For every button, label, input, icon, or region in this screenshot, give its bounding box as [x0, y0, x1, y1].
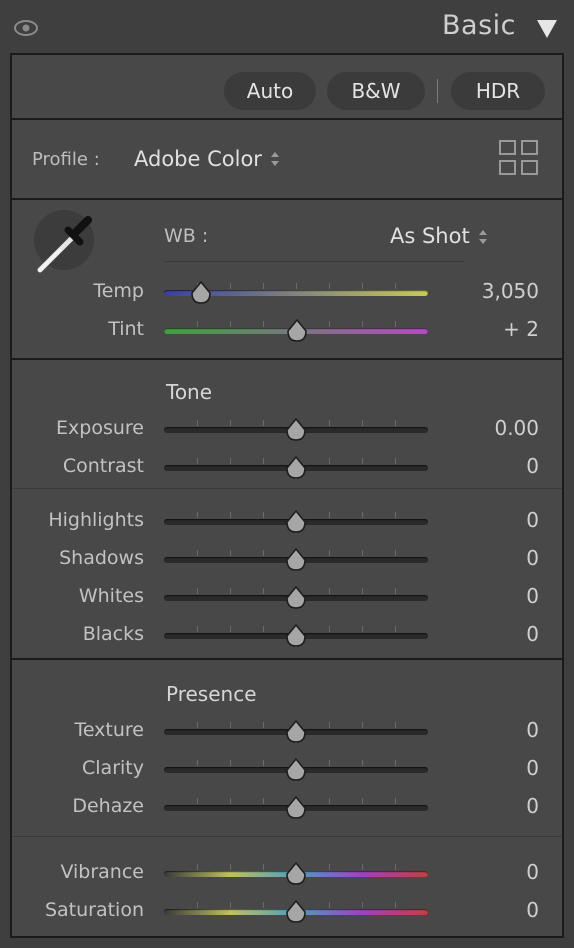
shadows-slider-row: Shadows 0 [12, 545, 562, 575]
vibrance-label: Vibrance [60, 861, 144, 883]
texture-slider-row: Texture 0 [12, 717, 562, 747]
bw-button[interactable]: B&W [327, 72, 425, 110]
texture-slider-thumb[interactable] [285, 720, 307, 744]
profile-row: Profile : Adobe Color [12, 120, 562, 198]
triangle-down-icon[interactable] [536, 19, 558, 39]
highlights-value[interactable]: 0 [429, 508, 539, 532]
shadows-value[interactable]: 0 [429, 546, 539, 570]
dehaze-slider-thumb[interactable] [285, 796, 307, 820]
temp-slider-row: Temp 3,050 [12, 278, 562, 308]
tone-heading: Tone [166, 380, 213, 404]
tint-value[interactable]: + 2 [429, 317, 539, 341]
shadows-label: Shadows [59, 547, 144, 569]
blacks-slider-row: Blacks 0 [12, 621, 562, 651]
presence-section: Presence Texture 0 Clarity 0 Dehaze 0 Vibranc… [12, 660, 562, 938]
vibrance-slider-row: Vibrance 0 [12, 859, 562, 889]
vibrance-slider-thumb[interactable] [285, 862, 307, 886]
basic-panel: Auto B&W HDR Profile : Adobe Color WB : … [10, 53, 564, 938]
clarity-slider-thumb[interactable] [285, 758, 307, 782]
exposure-value[interactable]: 0.00 [429, 416, 539, 440]
grid-icon[interactable] [499, 140, 539, 176]
tint-label: Tint [108, 318, 144, 340]
blacks-label: Blacks [82, 623, 144, 645]
saturation-value[interactable]: 0 [429, 898, 539, 922]
dehaze-value[interactable]: 0 [429, 794, 539, 818]
saturation-slider-row: Saturation 0 [12, 897, 562, 927]
exposure-slider-row: Exposure 0.00 [12, 415, 562, 445]
vibrance-value[interactable]: 0 [429, 860, 539, 884]
divider [437, 79, 438, 103]
auto-button[interactable]: Auto [224, 72, 316, 110]
dehaze-slider-row: Dehaze 0 [12, 793, 562, 823]
contrast-label: Contrast [62, 455, 144, 477]
texture-label: Texture [74, 719, 144, 741]
highlights-slider-row: Highlights 0 [12, 507, 562, 537]
wb-dropdown[interactable]: As Shot [390, 224, 470, 248]
temp-value[interactable]: 3,050 [429, 279, 539, 303]
shadows-slider-thumb[interactable] [285, 548, 307, 572]
divider [12, 836, 562, 837]
profile-dropdown[interactable]: Adobe Color [134, 147, 262, 171]
wb-section: WB : As Shot Temp 3,050 Tint + 2 [12, 200, 562, 358]
highlights-slider-thumb[interactable] [285, 510, 307, 534]
temp-label: Temp [93, 280, 144, 302]
clarity-slider-row: Clarity 0 [12, 755, 562, 785]
exposure-slider-thumb[interactable] [285, 418, 307, 442]
tone-section: Tone Exposure 0.00 Contrast 0 Highlights 0 Sh… [12, 360, 562, 658]
highlights-label: Highlights [48, 509, 144, 531]
hdr-button[interactable]: HDR [451, 72, 545, 110]
whites-value[interactable]: 0 [429, 584, 539, 608]
treatment-row: Auto B&W HDR [12, 55, 562, 118]
clarity-value[interactable]: 0 [429, 756, 539, 780]
contrast-slider-row: Contrast 0 [12, 453, 562, 483]
whites-label: Whites [78, 585, 144, 607]
panel-title: Basic [442, 10, 516, 41]
panel-header[interactable]: Basic [0, 0, 574, 54]
whites-slider-thumb[interactable] [285, 586, 307, 610]
whites-slider-row: Whites 0 [12, 583, 562, 613]
divider [12, 488, 562, 489]
presence-heading: Presence [166, 682, 257, 706]
wb-label: WB : [164, 225, 209, 247]
contrast-value[interactable]: 0 [429, 454, 539, 478]
eyedropper-icon[interactable] [30, 208, 100, 278]
texture-value[interactable]: 0 [429, 718, 539, 742]
temp-slider-thumb[interactable] [190, 281, 212, 305]
updown-arrow-icon[interactable] [478, 229, 488, 245]
divider [164, 261, 464, 262]
contrast-slider-thumb[interactable] [285, 456, 307, 480]
tint-slider-row: Tint + 2 [12, 316, 562, 346]
updown-arrow-icon[interactable] [270, 151, 280, 167]
dehaze-label: Dehaze [72, 795, 144, 817]
blacks-value[interactable]: 0 [429, 622, 539, 646]
eye-icon[interactable] [13, 18, 39, 38]
tint-slider-thumb[interactable] [286, 319, 308, 343]
saturation-slider-thumb[interactable] [285, 900, 307, 924]
blacks-slider-thumb[interactable] [285, 624, 307, 648]
saturation-label: Saturation [44, 899, 144, 921]
clarity-label: Clarity [82, 757, 144, 779]
exposure-label: Exposure [56, 417, 144, 439]
profile-label: Profile : [32, 149, 100, 170]
